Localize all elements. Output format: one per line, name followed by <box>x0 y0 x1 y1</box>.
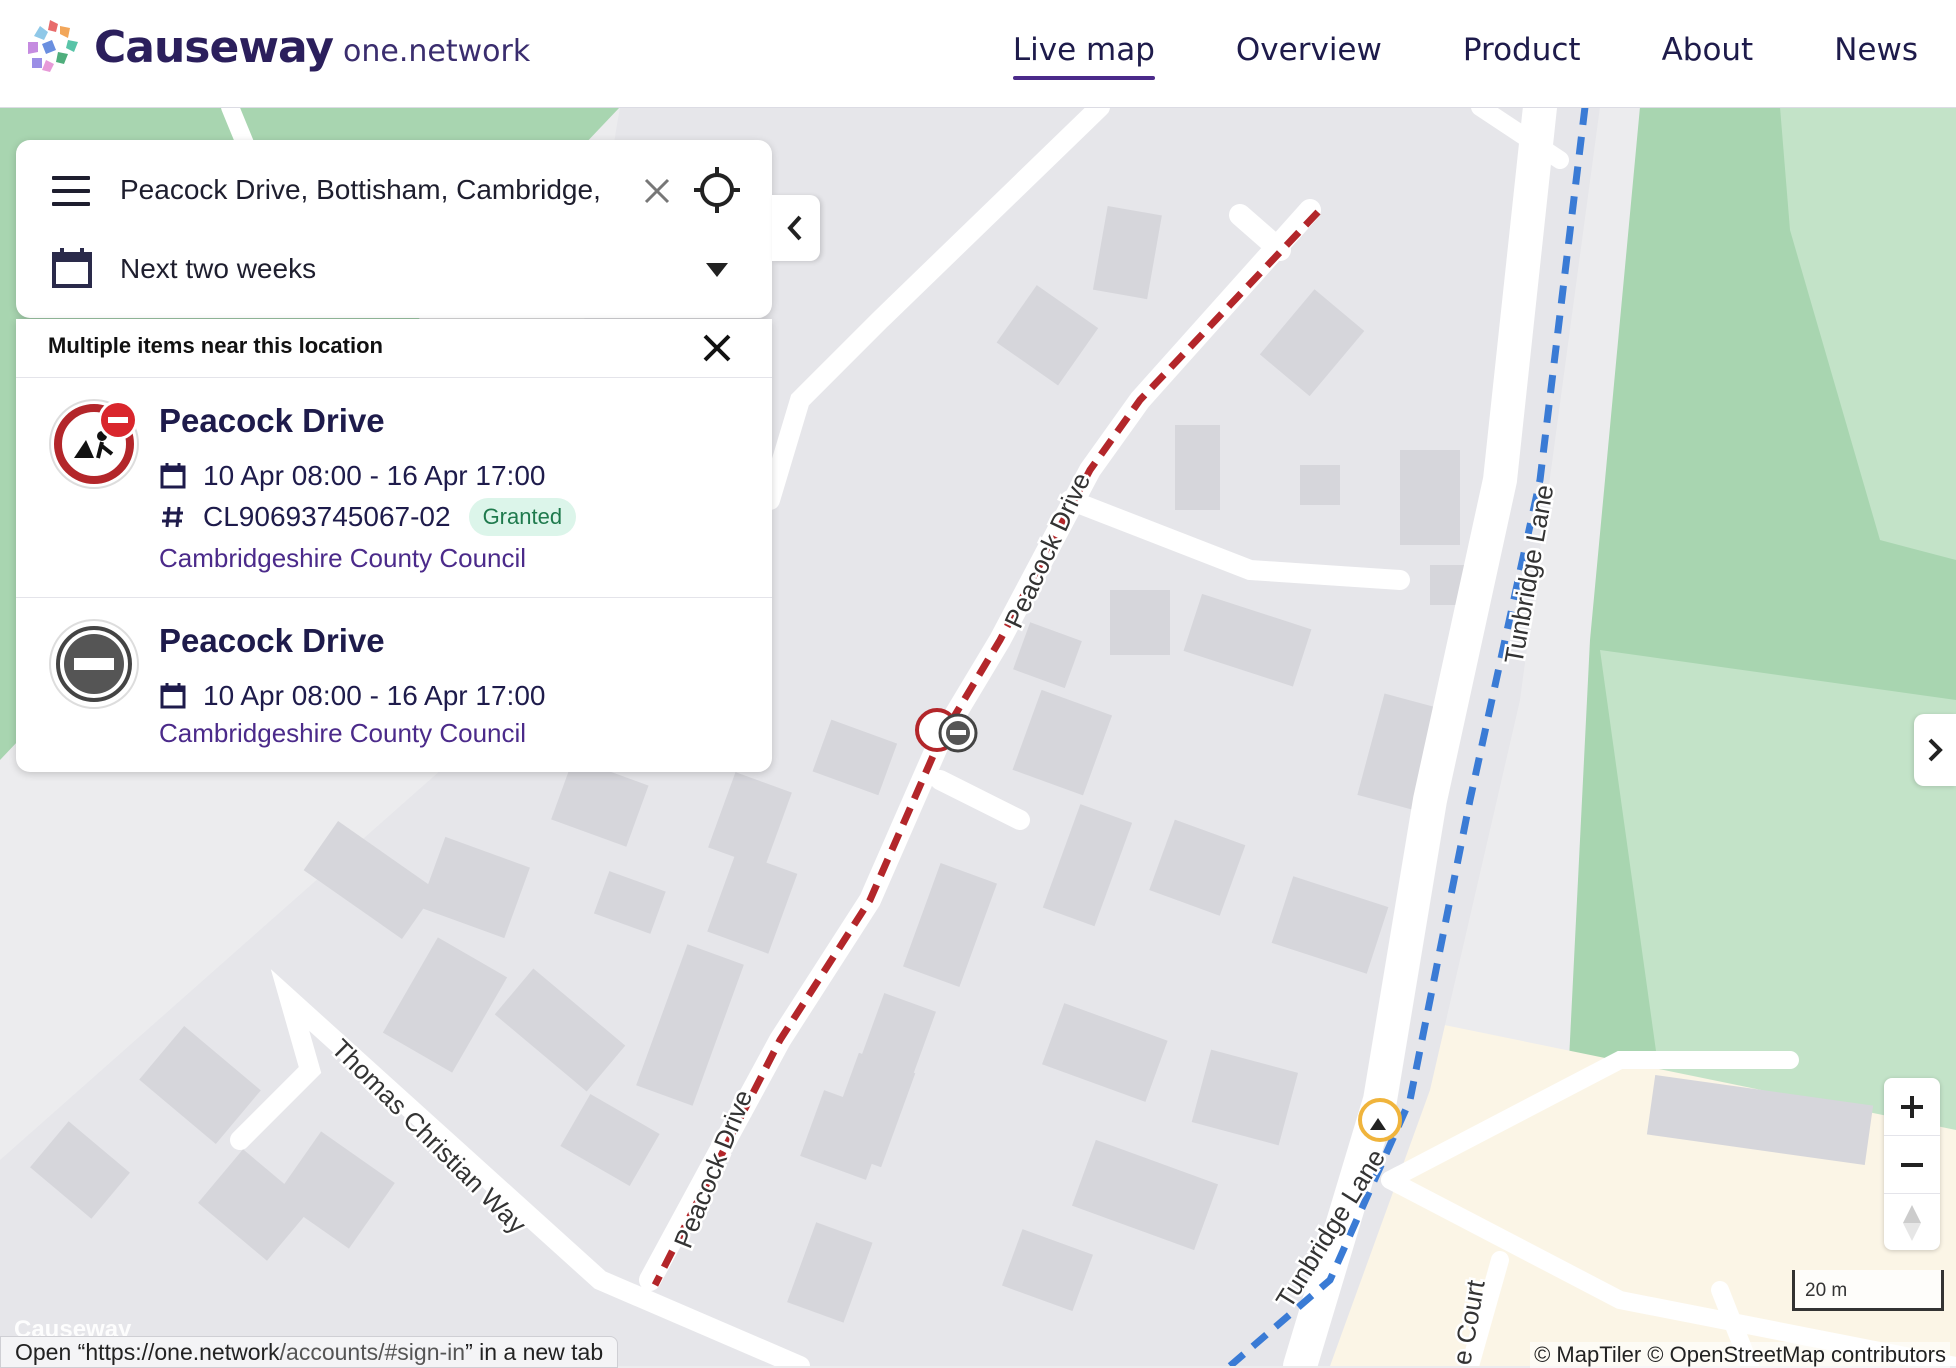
result-reference-text: CL90693745067-02 <box>203 501 451 532</box>
date-filter[interactable]: Next two weeks <box>16 243 772 318</box>
chevron-down-icon[interactable] <box>706 263 728 277</box>
menu-icon[interactable] <box>52 176 90 206</box>
status-host: https://one.network <box>85 1339 280 1365</box>
nav-overview[interactable]: Overview <box>1236 32 1382 68</box>
plus-icon <box>1901 1095 1923 1118</box>
roadworks-closure-icon <box>49 399 139 489</box>
results-header: Multiple items near this location <box>16 319 772 378</box>
roadworks-marker <box>915 708 978 753</box>
works-marker-tunbridge <box>1358 1098 1402 1142</box>
result-item[interactable]: Peacock Drive 10 Apr 08:00 - 16 Apr 17:0… <box>16 598 772 772</box>
result-reference: CL90693745067-02 Granted <box>159 498 577 536</box>
chevron-right-icon <box>1928 738 1943 762</box>
causeway-logo-icon <box>28 20 78 72</box>
clear-search-icon[interactable] <box>640 174 674 208</box>
status-bar: Open “https://one.network/accounts/#sign… <box>0 1336 619 1368</box>
close-icon[interactable] <box>700 331 734 365</box>
compass-icon <box>1903 1204 1921 1241</box>
minus-icon <box>1901 1162 1923 1167</box>
no-entry-icon <box>49 619 139 709</box>
top-navbar: Causeway one.network Live map Overview P… <box>0 0 1956 108</box>
status-badge: Granted <box>468 498 577 536</box>
results-panel: Multiple items near this location Peacoc… <box>16 319 772 772</box>
zoom-out-button[interactable] <box>1884 1136 1940 1194</box>
result-dates-text: 10 Apr 08:00 - 16 Apr 17:00 <box>203 680 546 711</box>
nav-links: Live map Overview Product About News <box>1012 0 1956 100</box>
nav-live-map[interactable]: Live map <box>1012 32 1155 80</box>
brand-sub: one.network <box>343 33 531 69</box>
nav-product[interactable]: Product <box>1463 32 1581 68</box>
compass-button[interactable] <box>1884 1194 1940 1251</box>
map-attribution[interactable]: © MapTiler © OpenStreetMap contributors <box>1530 1342 1950 1368</box>
search-row: Peacock Drive, Bottisham, Cambridge, <box>16 140 772 243</box>
search-panel: Peacock Drive, Bottisham, Cambridge, Nex… <box>16 140 772 318</box>
collapse-panel-button[interactable] <box>772 195 820 261</box>
locate-me-icon[interactable] <box>692 165 742 215</box>
result-title: Peacock Drive <box>159 622 385 659</box>
date-filter-value: Next two weeks <box>120 253 317 284</box>
calendar-icon <box>52 248 92 288</box>
result-title: Peacock Drive <box>159 402 385 439</box>
status-suffix: ” in a new tab <box>465 1339 604 1365</box>
scale-label: 20 m <box>1805 1280 1848 1301</box>
result-dates-text: 10 Apr 08:00 - 16 Apr 17:00 <box>203 460 546 491</box>
map-scale: 20 m <box>1792 1270 1944 1311</box>
result-authority[interactable]: Cambridgeshire County Council <box>159 543 526 574</box>
chevron-left-icon <box>787 215 802 241</box>
result-item[interactable]: Peacock Drive 10 Apr 08:00 - 16 Apr 17:0… <box>16 378 772 598</box>
nav-news[interactable]: News <box>1834 32 1918 68</box>
status-prefix: Open “ <box>15 1339 86 1365</box>
zoom-in-button[interactable] <box>1884 1078 1940 1136</box>
status-path: /accounts/#sign-in <box>279 1339 466 1365</box>
result-authority[interactable]: Cambridgeshire County Council <box>159 718 526 749</box>
hash-icon <box>162 506 183 528</box>
causeway-logo[interactable]: Causeway one.network <box>20 12 530 82</box>
calendar-icon <box>160 463 186 489</box>
expand-right-panel-button[interactable] <box>1914 714 1956 786</box>
result-dates: 10 Apr 08:00 - 16 Apr 17:00 <box>159 460 545 492</box>
calendar-icon <box>160 683 186 709</box>
results-title: Multiple items near this location <box>48 333 383 358</box>
search-input[interactable]: Peacock Drive, Bottisham, Cambridge, <box>120 174 630 206</box>
nav-about[interactable]: About <box>1662 32 1754 68</box>
brand-name: Causeway <box>94 21 334 73</box>
zoom-controls <box>1884 1078 1940 1250</box>
result-dates: 10 Apr 08:00 - 16 Apr 17:00 <box>159 680 545 712</box>
